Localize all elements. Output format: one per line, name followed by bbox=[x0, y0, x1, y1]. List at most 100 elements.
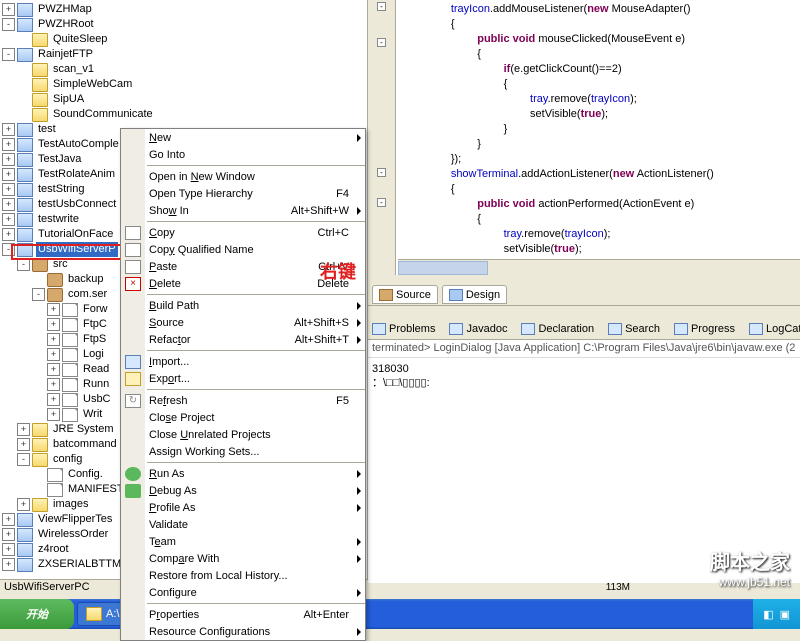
tree-label: testwrite bbox=[36, 212, 81, 227]
menu-go-into[interactable]: Go Into bbox=[121, 146, 365, 163]
expand-toggle[interactable]: - bbox=[17, 258, 30, 271]
expand-toggle[interactable]: + bbox=[2, 138, 15, 151]
expand-toggle[interactable]: - bbox=[2, 243, 15, 256]
expand-toggle[interactable]: + bbox=[2, 198, 15, 211]
menu-properties[interactable]: PropertiesAlt+Enter bbox=[121, 606, 365, 623]
menu-import[interactable]: Import... bbox=[121, 353, 365, 370]
expand-toggle[interactable]: + bbox=[47, 393, 60, 406]
fold-icon[interactable]: - bbox=[377, 2, 386, 11]
tree-label: FtpC bbox=[81, 317, 109, 332]
scroll-thumb[interactable] bbox=[398, 261, 488, 275]
horizontal-scrollbar[interactable] bbox=[398, 259, 800, 275]
tree-item[interactable]: SimpleWebCam bbox=[2, 77, 365, 92]
expand-toggle[interactable]: + bbox=[2, 153, 15, 166]
tree-item[interactable]: -RainjetFTP bbox=[2, 47, 365, 62]
folder-icon bbox=[32, 33, 48, 47]
expand-toggle[interactable]: + bbox=[47, 363, 60, 376]
menu-compare-with[interactable]: Compare With bbox=[121, 550, 365, 567]
menu-show-in[interactable]: Show InAlt+Shift+W bbox=[121, 202, 365, 219]
expand-toggle[interactable]: + bbox=[2, 543, 15, 556]
menu-close-project[interactable]: Close Project bbox=[121, 409, 365, 426]
expand-toggle[interactable]: + bbox=[2, 123, 15, 136]
expand-toggle[interactable]: - bbox=[2, 18, 15, 31]
tree-item[interactable]: SoundCommunicate bbox=[2, 107, 365, 122]
view-javadoc[interactable]: Javadoc bbox=[449, 320, 507, 338]
menu-profile-as[interactable]: Profile As bbox=[121, 499, 365, 516]
code-content[interactable]: trayIcon.addMouseListener(new MouseAdapt… bbox=[398, 2, 714, 257]
code-editor[interactable]: - - - - trayIcon.addMouseListener(new Mo… bbox=[368, 0, 800, 275]
tree-item[interactable]: SipUA bbox=[2, 92, 365, 107]
menu-assign-working-sets[interactable]: Assign Working Sets... bbox=[121, 443, 365, 460]
tray-icon[interactable]: ▣ bbox=[780, 608, 790, 621]
tree-item[interactable]: scan_v1 bbox=[2, 62, 365, 77]
submenu-arrow-icon bbox=[357, 134, 361, 142]
expand-toggle[interactable]: - bbox=[2, 48, 15, 61]
expand-toggle[interactable]: + bbox=[17, 438, 30, 451]
menu-copy-qualified-name[interactable]: Copy Qualified Name bbox=[121, 241, 365, 258]
tree-item[interactable]: QuiteSleep bbox=[2, 32, 365, 47]
expand-toggle[interactable]: + bbox=[2, 168, 15, 181]
expand-toggle[interactable]: + bbox=[47, 348, 60, 361]
proj-icon bbox=[17, 513, 33, 527]
menu-team[interactable]: Team bbox=[121, 533, 365, 550]
tree-label: TestJava bbox=[36, 152, 83, 167]
view-declaration[interactable]: Declaration bbox=[521, 320, 594, 338]
start-button[interactable]: 开始 bbox=[0, 599, 74, 629]
tree-label: Writ bbox=[81, 407, 104, 422]
tree-item[interactable]: -PWZHRoot bbox=[2, 17, 365, 32]
menu-refactor[interactable]: RefactorAlt+Shift+T bbox=[121, 331, 365, 348]
view-progress[interactable]: Progress bbox=[674, 320, 735, 338]
menu-open-type-hierarchy[interactable]: Open Type HierarchyF4 bbox=[121, 185, 365, 202]
system-tray[interactable]: ◧▣ bbox=[753, 599, 800, 629]
menu-run-as[interactable]: Run As bbox=[121, 465, 365, 482]
menu-copy[interactable]: CopyCtrl+C bbox=[121, 224, 365, 241]
tree-label: SoundCommunicate bbox=[51, 107, 155, 122]
tree-item[interactable]: +PWZHMap bbox=[2, 2, 365, 17]
menu-build-path[interactable]: Build Path bbox=[121, 297, 365, 314]
view-logcat[interactable]: LogCat bbox=[749, 320, 800, 338]
tree-label: Logi bbox=[81, 347, 106, 362]
menu-resource-configurations[interactable]: Resource Configurations bbox=[121, 623, 365, 640]
expand-toggle[interactable]: + bbox=[2, 213, 15, 226]
menu-restore-local-history[interactable]: Restore from Local History... bbox=[121, 567, 365, 584]
tray-icon[interactable]: ◧ bbox=[763, 608, 773, 621]
menu-debug-as[interactable]: Debug As bbox=[121, 482, 365, 499]
pkg-icon bbox=[32, 258, 48, 272]
menu-separator bbox=[147, 462, 365, 463]
expand-toggle[interactable]: - bbox=[17, 453, 30, 466]
menu-refresh[interactable]: ↻RefreshF5 bbox=[121, 392, 365, 409]
menu-close-unrelated[interactable]: Close Unrelated Projects bbox=[121, 426, 365, 443]
menu-open-new-window[interactable]: Open in New Window bbox=[121, 168, 365, 185]
expand-toggle[interactable]: + bbox=[47, 318, 60, 331]
menu-export[interactable]: Export... bbox=[121, 370, 365, 387]
expand-toggle[interactable]: + bbox=[47, 303, 60, 316]
view-search[interactable]: Search bbox=[608, 320, 660, 338]
expand-toggle[interactable]: + bbox=[47, 378, 60, 391]
menu-separator bbox=[147, 294, 365, 295]
menu-validate[interactable]: Validate bbox=[121, 516, 365, 533]
expand-toggle[interactable]: + bbox=[2, 558, 15, 571]
menu-new[interactable]: New bbox=[121, 129, 365, 146]
views-bar: Problems Javadoc Declaration Search Prog… bbox=[368, 318, 800, 340]
expand-toggle[interactable]: + bbox=[2, 528, 15, 541]
expand-toggle[interactable]: + bbox=[47, 408, 60, 421]
submenu-arrow-icon bbox=[357, 207, 361, 215]
view-problems[interactable]: Problems bbox=[372, 320, 435, 338]
menu-configure[interactable]: Configure bbox=[121, 584, 365, 601]
expand-toggle[interactable]: + bbox=[17, 423, 30, 436]
expand-toggle[interactable]: + bbox=[47, 333, 60, 346]
expand-toggle[interactable]: + bbox=[17, 498, 30, 511]
expand-toggle[interactable]: - bbox=[32, 288, 45, 301]
menu-source[interactable]: SourceAlt+Shift+S bbox=[121, 314, 365, 331]
fold-icon[interactable]: - bbox=[377, 38, 386, 47]
fold-icon[interactable]: - bbox=[377, 168, 386, 177]
proj-icon bbox=[17, 543, 33, 557]
expand-toggle[interactable]: + bbox=[2, 228, 15, 241]
expand-toggle[interactable]: + bbox=[2, 3, 15, 16]
fold-icon[interactable]: - bbox=[377, 198, 386, 207]
expand-toggle[interactable]: + bbox=[2, 513, 15, 526]
expand-toggle[interactable]: + bbox=[2, 183, 15, 196]
tab-design[interactable]: Design bbox=[442, 285, 507, 304]
memory-indicator: 113M bbox=[606, 582, 630, 593]
tab-source[interactable]: Source bbox=[372, 285, 438, 304]
